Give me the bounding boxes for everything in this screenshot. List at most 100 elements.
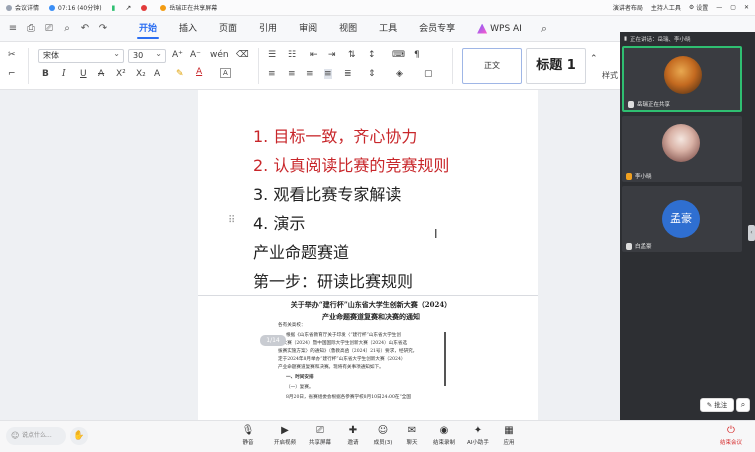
meeting-top-bar: 会议详情 07:16 (40分钟) ▮ ↗ 岳瑞正在共享屏幕 演讲者布局 主持人… (0, 0, 755, 16)
minimize-icon[interactable]: — (716, 4, 722, 11)
apps-button[interactable]: ▦ 应用 (494, 424, 524, 446)
raise-hand-icon[interactable]: ✋ (70, 427, 88, 445)
doc-line[interactable]: 2. 认真阅读比赛的竞赛规则 (253, 152, 449, 176)
participant-tile[interactable]: 李小晓 (622, 116, 742, 182)
bold-button[interactable]: B (42, 69, 49, 79)
notice-title: 关于举办“建行杯”山东省大学生创新大赛（2024） (290, 300, 452, 309)
italic-button[interactable]: I (62, 69, 66, 79)
line-spacing-icon[interactable]: ↕ (368, 50, 376, 60)
maximize-icon[interactable]: ▢ (730, 4, 736, 11)
redo-icon[interactable]: ↷ (96, 23, 110, 34)
end-meeting-button[interactable]: ⏻ 结束会议 (716, 424, 746, 446)
invite-button[interactable]: ✚ 邀请 (338, 424, 368, 446)
meeting-info-button[interactable]: 会议详情 (6, 3, 39, 12)
document-page[interactable]: 1. 目标一致，齐心协力 2. 认真阅读比赛的竞赛规则 3. 观看比赛专家解读 … (198, 90, 538, 420)
search-icon[interactable]: ⌕ (541, 22, 547, 36)
borders-icon[interactable]: ▢ (424, 69, 433, 79)
clear-format-icon[interactable]: ⌫ (236, 50, 249, 60)
distribute-icon[interactable]: ≣ (344, 69, 352, 79)
tab-view[interactable]: 视图 (328, 16, 368, 42)
external-link-icon[interactable]: ↗ (125, 4, 131, 12)
host-tools-button[interactable]: 主持人工具 (651, 3, 681, 12)
chinese-layout-icon[interactable]: ⌨ (392, 50, 405, 60)
undo-icon[interactable]: ↶ (78, 23, 92, 34)
tab-home[interactable]: 开始 (128, 16, 168, 42)
speaker-layout-button[interactable]: 演讲者布局 (613, 3, 643, 12)
stop-recording-button[interactable]: ◉ 结束录制 (429, 424, 459, 446)
annotate-button[interactable]: ✎ 批注 (700, 398, 734, 412)
signal-icon: ▮ (111, 3, 116, 12)
participant-tile[interactable]: 孟豪 白孟豪 (622, 186, 742, 252)
wps-ai-button[interactable]: WPS AI (466, 16, 533, 42)
panel-collapse-handle[interactable]: ‹ (748, 225, 755, 241)
phonetic-icon[interactable]: wén (210, 50, 229, 60)
strikethrough-button[interactable]: A (98, 69, 104, 79)
sharing-indicator[interactable]: 岳瑞正在共享屏幕 (160, 3, 217, 12)
shrink-font-icon[interactable]: A⁻ (190, 50, 201, 60)
chat-button[interactable]: ✉ 聊天 (397, 424, 427, 446)
numbered-list-icon[interactable]: ☷ (288, 50, 296, 60)
superscript-button[interactable]: X² (116, 69, 126, 79)
tab-review[interactable]: 审阅 (288, 16, 328, 42)
notice-subtitle: 产业命题赛道复赛和决赛的通知 (322, 312, 420, 321)
font-color-icon[interactable]: A (196, 67, 202, 77)
style-scroll-icon[interactable]: ⌃ (590, 54, 598, 64)
preview-icon[interactable]: ⌕ (60, 23, 74, 34)
print-icon[interactable]: ⎚ (42, 23, 56, 34)
ai-assistant-button[interactable]: ✦ AI小助手 (463, 424, 493, 446)
shading-icon[interactable]: ◈ (396, 69, 403, 79)
tab-references[interactable]: 引用 (248, 16, 288, 42)
char-border-icon[interactable]: A (220, 68, 231, 78)
meeting-timer: 07:16 (40分钟) (49, 3, 102, 12)
close-icon[interactable]: ✕ (744, 4, 749, 11)
format-painter-icon[interactable]: ⌐ (8, 69, 16, 79)
start-video-button[interactable]: ▶ 开启视频 (270, 424, 300, 446)
mic-icon (628, 100, 634, 108)
save-icon[interactable]: ⎙ (24, 23, 38, 34)
participants-panel: ▮ 正在讲话：岳瑞、李小晓 岳瑞正在共享 李小晓 孟豪 白孟豪 (620, 32, 755, 420)
chat-input[interactable]: 说点什么... (6, 427, 66, 445)
doc-line[interactable]: 1. 目标一致，齐心协力 (253, 123, 417, 147)
sort-icon[interactable]: ⇅ (348, 50, 356, 60)
align-left-icon[interactable]: ≡ (268, 69, 276, 79)
tab-member[interactable]: 会员专享 (408, 16, 466, 42)
text-effect-icon[interactable]: A (154, 69, 160, 79)
underline-button[interactable]: U (80, 69, 87, 79)
share-screen-button[interactable]: ⎚ 共享屏幕 (305, 424, 335, 446)
tab-page[interactable]: 页面 (208, 16, 248, 42)
drag-handle-icon[interactable]: ⠿ (228, 215, 235, 226)
align-center-icon[interactable]: ≡ (288, 69, 296, 79)
paragraph-spacing-icon[interactable]: ⇕ (368, 69, 376, 79)
doc-line[interactable]: 产业命题赛道 (253, 239, 349, 263)
decrease-indent-icon[interactable]: ⇤ (310, 50, 318, 60)
doc-line[interactable]: 3. 观看比赛专家解读 (253, 181, 401, 205)
participant-tile[interactable]: 岳瑞正在共享 (622, 46, 742, 112)
cut-icon[interactable]: ✂ (8, 50, 16, 60)
bullet-list-icon[interactable]: ☰ (268, 50, 276, 60)
subscript-button[interactable]: X₂ (136, 69, 146, 79)
record-icon[interactable] (141, 4, 150, 11)
tab-tools[interactable]: 工具 (368, 16, 408, 42)
font-size-select[interactable]: 30 (128, 48, 166, 63)
style-heading-1[interactable]: 标题 1 (526, 48, 586, 84)
zoom-button[interactable]: ⌕ (736, 398, 750, 412)
apps-icon: ▦ (504, 425, 514, 436)
tab-insert[interactable]: 插入 (168, 16, 208, 42)
styles-pane-button[interactable]: 样式 (602, 70, 618, 81)
doc-line[interactable]: 第一步：研读比赛规则 (253, 268, 413, 292)
highlight-icon[interactable]: ✎ (176, 69, 184, 79)
menu-icon[interactable]: ≡ (6, 23, 20, 34)
doc-line[interactable]: 4. 演示 (253, 210, 305, 234)
settings-button[interactable]: ⚙ 设置 (689, 3, 708, 12)
show-marks-icon[interactable]: ¶ (414, 50, 420, 60)
align-right-icon[interactable]: ≡ (306, 69, 314, 79)
style-normal[interactable]: 正文 (462, 48, 522, 84)
mute-button[interactable]: 🎙 静音 (233, 424, 263, 446)
notice-para: 定于2024年8月举办“建行杯”山东省大学生创新大赛（2024） (278, 357, 406, 362)
members-button[interactable]: ☺ 成员(3) (368, 424, 398, 446)
grow-font-icon[interactable]: A⁺ (172, 50, 183, 60)
share-screen-icon: ⎚ (316, 425, 324, 436)
increase-indent-icon[interactable]: ⇥ (328, 50, 336, 60)
justify-icon[interactable]: ≡ (324, 69, 332, 79)
font-name-select[interactable]: 宋体 (38, 48, 124, 63)
